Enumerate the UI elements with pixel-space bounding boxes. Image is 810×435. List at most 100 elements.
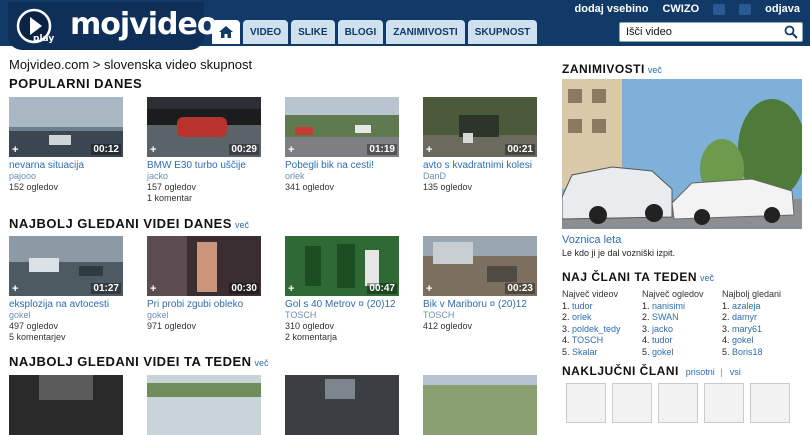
- video-comments: 1 komentar: [147, 193, 193, 203]
- video-thumbnail[interactable]: +00:30: [147, 236, 261, 296]
- video-thumbnail[interactable]: [423, 375, 537, 435]
- video-thumbnail[interactable]: [285, 375, 399, 435]
- video-thumbnail[interactable]: +00:23: [423, 236, 537, 296]
- member-item[interactable]: 4. TOSCH: [562, 335, 621, 347]
- video-thumbnail[interactable]: +00:47: [285, 236, 399, 296]
- video-thumbnail[interactable]: +00:29: [147, 97, 261, 157]
- video-user[interactable]: gokel: [147, 310, 271, 321]
- avatar[interactable]: [750, 383, 790, 423]
- more-link[interactable]: več: [255, 358, 269, 368]
- video-thumbnail[interactable]: +01:19: [285, 97, 399, 157]
- video-title[interactable]: avto s kvadratnimi kolesi: [423, 160, 547, 171]
- member-item[interactable]: 5. Skalar: [562, 347, 621, 359]
- tab-video[interactable]: VIDEO: [243, 20, 289, 44]
- tab-home[interactable]: [212, 20, 240, 44]
- video-user[interactable]: pajooo: [9, 171, 133, 182]
- member-item[interactable]: 5. gokel: [642, 347, 704, 359]
- tab-skupnost[interactable]: SKUPNOST: [467, 20, 538, 44]
- video-views: 412 ogledov: [423, 321, 473, 331]
- video-views: 152 ogledov: [9, 182, 59, 192]
- member-item[interactable]: 4. gokel: [722, 335, 781, 347]
- all-link[interactable]: vsi: [730, 367, 741, 377]
- tab-slike[interactable]: SLIKE: [291, 20, 335, 44]
- member-item[interactable]: 3. jacko: [642, 324, 704, 336]
- member-item[interactable]: 1. tudor: [562, 301, 621, 313]
- member-item[interactable]: 3. mary61: [722, 324, 781, 336]
- member-item[interactable]: 1. azaleja: [722, 301, 781, 313]
- site-logo[interactable]: play mojvideo: [8, 2, 217, 50]
- member-item[interactable]: 3. poldek_tedy: [562, 324, 621, 336]
- video-thumbnail[interactable]: +00:21: [423, 97, 537, 157]
- online-link[interactable]: prisotni: [686, 367, 715, 377]
- more-link[interactable]: več: [648, 65, 662, 75]
- more-link[interactable]: več: [235, 220, 249, 230]
- video-user[interactable]: DanD: [423, 171, 547, 182]
- info-icon[interactable]: [713, 3, 726, 15]
- breadcrumb: Mojvideo.com > slovenska video skupnost: [9, 57, 253, 72]
- avatar[interactable]: [658, 383, 698, 423]
- video-views: 497 ogledov: [9, 321, 59, 331]
- search-input[interactable]: Išči video: [619, 22, 803, 42]
- member-item[interactable]: 2. SWAN: [642, 312, 704, 324]
- video-user[interactable]: TOSCH: [285, 310, 409, 321]
- member-item[interactable]: 2. orlek: [562, 312, 621, 324]
- header-bar: play mojvideo dodaj vsebino CWIZO odjava…: [0, 0, 810, 50]
- video-card[interactable]: +01:19 Pobegli bik na cesti! orlek 341 o…: [285, 97, 409, 193]
- video-thumbnail[interactable]: +00:12: [9, 97, 123, 157]
- video-comments: 5 komentarjev: [9, 332, 66, 342]
- more-link[interactable]: več: [700, 273, 714, 283]
- search-value: Išči video: [626, 26, 672, 38]
- home-icon: [219, 26, 233, 38]
- section-title-most-viewed-week: NAJBOLJ GLEDANI VIDEI TA TEDEN več: [9, 354, 269, 369]
- video-title[interactable]: nevarna situacija: [9, 160, 133, 171]
- avatar[interactable]: [612, 383, 652, 423]
- top-members-title: NAJ ČLANI TA TEDEN več: [562, 270, 715, 284]
- video-card[interactable]: +00:30 Pri probi zgubi obleko gokel 971 …: [147, 236, 271, 332]
- video-user[interactable]: gokel: [9, 310, 133, 321]
- member-item[interactable]: 2. damyr: [722, 312, 781, 324]
- avatar[interactable]: [704, 383, 744, 423]
- video-user[interactable]: TOSCH: [423, 310, 547, 321]
- video-views: 310 ogledov: [285, 321, 335, 331]
- svg-text:play: play: [33, 34, 54, 44]
- video-title[interactable]: Pobegli bik na cesti!: [285, 160, 409, 171]
- video-thumbnail[interactable]: +01:27: [9, 236, 123, 296]
- video-user[interactable]: orlek: [285, 171, 409, 182]
- video-card[interactable]: +00:12 nevarna situacija pajooo 152 ogle…: [9, 97, 133, 193]
- video-thumbnail[interactable]: [9, 375, 123, 435]
- username-link[interactable]: CWIZO: [662, 3, 699, 15]
- video-views: 157 ogledov: [147, 182, 197, 192]
- video-thumbnail[interactable]: [147, 375, 261, 435]
- section-title-popular: POPULARNI DANES: [9, 76, 143, 91]
- tab-zanimivosti[interactable]: ZANIMIVOSTI: [386, 20, 465, 44]
- featured-description: Le kdo ji je dal vozniški izpit.: [562, 248, 676, 258]
- mail-icon[interactable]: [739, 3, 752, 15]
- member-item[interactable]: 1. nanisimi: [642, 301, 704, 313]
- main-nav: VIDEO SLIKE BLOGI ZANIMIVOSTI SKUPNOST: [212, 20, 538, 44]
- video-title[interactable]: eksplozija na avtocesti: [9, 299, 133, 310]
- video-title[interactable]: BMW E30 turbo uščije: [147, 160, 271, 171]
- tab-blogi[interactable]: BLOGI: [337, 20, 384, 44]
- logout-link[interactable]: odjava: [765, 3, 800, 15]
- video-user[interactable]: jacko: [147, 171, 271, 182]
- avatar[interactable]: [566, 383, 606, 423]
- video-card[interactable]: +00:21 avto s kvadratnimi kolesi DanD 13…: [423, 97, 547, 193]
- add-content-link[interactable]: dodaj vsebino: [575, 3, 649, 15]
- video-card[interactable]: +00:23 Bik v Mariboru ¤ (20)12 TOSCH 412…: [423, 236, 547, 332]
- video-card[interactable]: +00:47 Gol s 40 Metrov ¤ (20)12 TOSCH 31…: [285, 236, 409, 343]
- video-card[interactable]: +00:29 BMW E30 turbo uščije jacko 157 og…: [147, 97, 271, 204]
- video-title[interactable]: Gol s 40 Metrov ¤ (20)12: [285, 299, 409, 310]
- featured-image[interactable]: [562, 79, 802, 229]
- video-views: 135 ogledov: [423, 182, 473, 192]
- section-title-most-viewed-today: NAJBOLJ GLEDANI VIDEI DANES več: [9, 216, 249, 231]
- video-title[interactable]: Pri probi zgubi obleko: [147, 299, 271, 310]
- video-title[interactable]: Bik v Mariboru ¤ (20)12: [423, 299, 547, 310]
- featured-title[interactable]: Voznica leta: [562, 234, 621, 246]
- member-item[interactable]: 4. tudor: [642, 335, 704, 347]
- random-members-title: NAKLJUČNI ČLANI prisotni | vsi: [562, 364, 741, 378]
- video-card[interactable]: +01:27 eksplozija na avtocesti gokel 497…: [9, 236, 133, 343]
- most-viewed-column: Najbolj gledani 1. azaleja 2. damyr 3. m…: [722, 289, 782, 359]
- member-item[interactable]: 5. Boris18: [722, 347, 781, 359]
- most-videos-column: Največ videov 1. tudor 2. orlek 3. polde…: [562, 289, 621, 359]
- search-icon[interactable]: [784, 25, 798, 39]
